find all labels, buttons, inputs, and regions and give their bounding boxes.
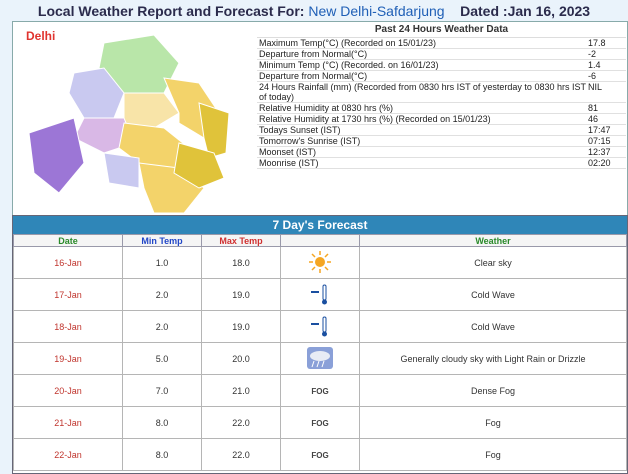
forecast-icon-cell <box>280 342 360 375</box>
forecast-weather: Fog <box>359 406 627 439</box>
forecast-row: 19-Jan 5.0 20.0 Generally cloudy sky with L… <box>13 342 627 375</box>
fog-icon: FOG <box>311 386 329 396</box>
forecast-weather: Generally cloudy sky with Light Rain or … <box>359 342 627 375</box>
past-24-label: Minimum Temp (°C) (Recorded. on 16/01/23… <box>259 60 439 70</box>
forecast-icon-cell <box>280 310 360 343</box>
past-24-label: Departure from Normal(°C) <box>259 49 368 59</box>
past-24-row: Minimum Temp (°C) (Recorded. on 16/01/23… <box>257 60 626 71</box>
forecast-max-temp: 22.0 <box>201 406 281 439</box>
forecast-min-temp: 7.0 <box>122 374 202 407</box>
past-24-title: Past 24 Hours Weather Data <box>257 23 626 38</box>
past-24-row: Departure from Normal(°C) -6 <box>257 71 626 82</box>
sun-icon <box>308 250 332 276</box>
past-24-value: 81 <box>588 103 599 113</box>
forecast-min-temp: 2.0 <box>122 310 202 343</box>
past-24-row: Todays Sunset (IST) 17:47 <box>257 125 626 136</box>
forecast-date: 21-Jan <box>13 406 123 439</box>
forecast-min-temp: 1.0 <box>122 246 202 279</box>
forecast-row: 16-Jan 1.0 18.0 Clear sky <box>13 246 627 279</box>
past-24-label: Tomorrow's Sunrise (IST) <box>259 136 361 146</box>
past-24-label: Relative Humidity at 0830 hrs (%) <box>259 103 394 113</box>
forecast-icon-cell: FOG <box>280 406 360 439</box>
past-24-value: 46 <box>588 114 599 124</box>
forecast-icon-cell <box>280 246 360 279</box>
col-header-max-temp: Max Temp <box>201 234 281 247</box>
past-24-row: 24 Hours Rainfall (mm) (Recorded from 08… <box>257 82 626 103</box>
page-header: Local Weather Report and Forecast For: N… <box>0 0 628 22</box>
past-24-row: Moonrise (IST) 02:20 <box>257 158 626 169</box>
fog-icon: FOG <box>311 450 329 460</box>
forecast-min-temp: 2.0 <box>122 278 202 311</box>
col-header-date: Date <box>13 234 123 247</box>
forecast-date: 20-Jan <box>13 374 123 407</box>
col-header-icon <box>280 234 360 247</box>
forecast-max-temp: 19.0 <box>201 278 281 311</box>
past-24-label: Departure from Normal(°C) <box>259 71 368 81</box>
fog-icon: FOG <box>311 418 329 428</box>
past-24-row: Moonset (IST) 12:37 <box>257 147 626 158</box>
map-svg <box>28 34 230 213</box>
forecast-max-temp: 22.0 <box>201 438 281 471</box>
past-24-row: Tomorrow's Sunrise (IST) 07:15 <box>257 136 626 147</box>
forecast-row: 22-Jan 8.0 22.0 FOG Fog <box>13 438 627 471</box>
past-24-label: Todays Sunset (IST) <box>259 125 341 135</box>
cold-wave-icon <box>308 284 332 308</box>
forecast-table: Date Min Temp Max Temp Weather 16-Jan 1.0… <box>13 234 627 471</box>
forecast-row: 18-Jan 2.0 19.0 Cold Wave <box>13 310 627 343</box>
past-24-row: Relative Humidity at 1730 hrs (%) (Recor… <box>257 114 626 125</box>
past-24-hours-panel: Past 24 Hours Weather Data Maximum Temp(… <box>257 23 626 169</box>
past-24-value: 17.8 <box>588 38 606 48</box>
cold-wave-icon <box>308 316 332 340</box>
past-24-value: -6 <box>588 71 597 81</box>
current-panel: Delhi Past 24 Hours Weather Data Maximum… <box>12 21 628 216</box>
forecast-icon-cell: FOG <box>280 374 360 407</box>
forecast-date: 19-Jan <box>13 342 123 375</box>
past-24-value: 17:47 <box>588 125 611 135</box>
forecast-max-temp: 19.0 <box>201 310 281 343</box>
forecast-row: 17-Jan 2.0 19.0 Cold Wave <box>13 278 627 311</box>
past-24-label: Relative Humidity at 1730 hrs (%) (Recor… <box>259 114 491 124</box>
forecast-min-temp: 8.0 <box>122 406 202 439</box>
forecast-icon-cell <box>280 278 360 311</box>
forecast-weather: Cold Wave <box>359 310 627 343</box>
past-24-value: -2 <box>588 49 597 59</box>
past-24-label: Moonrise (IST) <box>259 158 319 168</box>
past-24-label: Maximum Temp(°C) (Recorded on 15/01/23) <box>259 38 437 48</box>
past-24-value: 07:15 <box>588 136 611 146</box>
forecast-row: 20-Jan 7.0 21.0 FOG Dense Fog <box>13 374 627 407</box>
forecast-date: 17-Jan <box>13 278 123 311</box>
forecast-max-temp: 18.0 <box>201 246 281 279</box>
forecast-weather: Clear sky <box>359 246 627 279</box>
col-header-min-temp: Min Temp <box>122 234 202 247</box>
forecast-title: 7 Day's Forecast <box>13 216 627 234</box>
seven-day-forecast: 7 Day's Forecast Date Min Temp Max Temp … <box>12 215 628 474</box>
forecast-icon-cell: FOG <box>280 438 360 471</box>
delhi-map: Delhi <box>14 23 255 213</box>
header-prefix: Local Weather Report and Forecast For: <box>37 3 305 19</box>
cloud-rain-icon <box>306 346 334 372</box>
past-24-value: 1.4 <box>588 60 601 70</box>
forecast-row: 21-Jan 8.0 22.0 FOG Fog <box>13 406 627 439</box>
forecast-weather: Fog <box>359 438 627 471</box>
forecast-weather: Cold Wave <box>359 278 627 311</box>
forecast-date: 16-Jan <box>13 246 123 279</box>
past-24-value: 12:37 <box>588 147 611 157</box>
header-location: New Delhi-Safdarjung <box>308 3 445 19</box>
forecast-weather: Dense Fog <box>359 374 627 407</box>
past-24-value: NIL <box>588 82 603 92</box>
past-24-row: Relative Humidity at 0830 hrs (%) 81 <box>257 103 626 114</box>
forecast-max-temp: 21.0 <box>201 374 281 407</box>
past-24-label: Moonset (IST) <box>259 147 317 157</box>
forecast-min-temp: 5.0 <box>122 342 202 375</box>
past-24-row: Maximum Temp(°C) (Recorded on 15/01/23) 1… <box>257 38 626 49</box>
past-24-value: 02:20 <box>588 158 611 168</box>
forecast-min-temp: 8.0 <box>122 438 202 471</box>
forecast-date: 18-Jan <box>13 310 123 343</box>
past-24-label: 24 Hours Rainfall (mm) (Recorded from 08… <box>259 82 586 102</box>
forecast-max-temp: 20.0 <box>201 342 281 375</box>
col-header-weather: Weather <box>359 234 627 247</box>
forecast-date: 22-Jan <box>13 438 123 471</box>
past-24-row: Departure from Normal(°C) -2 <box>257 49 626 60</box>
header-dated: Dated :Jan 16, 2023 <box>460 3 591 19</box>
